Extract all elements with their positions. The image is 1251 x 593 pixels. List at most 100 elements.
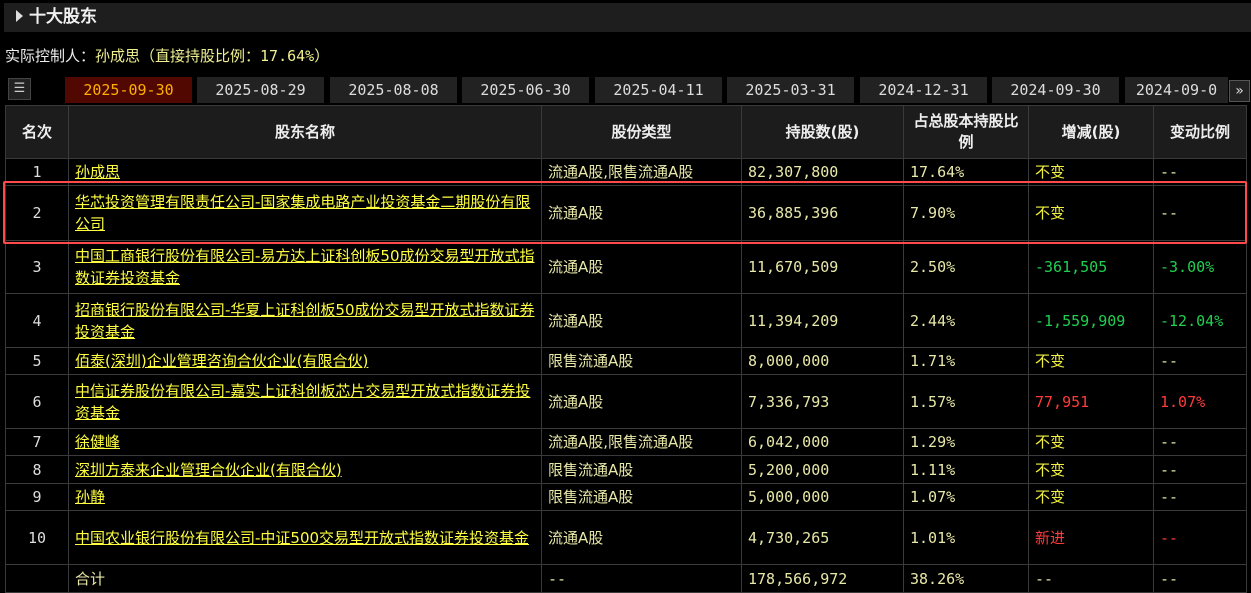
change-shares: -- <box>1028 564 1154 593</box>
shareholder-name-cell: 佰泰(深圳)企业管理咨询合伙企业(有限合伙) <box>68 347 542 375</box>
holding-percent: 2.50% <box>903 240 1029 294</box>
shareholder-name-cell: 徐健峰 <box>68 428 542 456</box>
tab-date[interactable]: 2025-03-31 <box>727 77 854 103</box>
rank: 4 <box>5 293 69 348</box>
share-type: 流通A股 <box>541 510 742 565</box>
total-row: 合计 -- 178,566,972 38.26% -- -- <box>5 564 1247 593</box>
shares-held: 11,394,209 <box>741 293 904 348</box>
column-header[interactable]: 占总股本持股比例 <box>903 105 1029 159</box>
holding-percent: 17.64% <box>903 158 1029 186</box>
expand-triangle-icon <box>16 10 23 22</box>
section-header[interactable]: 十大股东 <box>4 3 1251 32</box>
holding-percent: 1.01% <box>903 510 1029 565</box>
actual-controller: 实际控制人：孙成思（直接持股比例：17.64%） <box>5 45 329 66</box>
change-shares: 不变 <box>1028 428 1154 456</box>
change-ratio: -- <box>1153 483 1247 511</box>
shareholder-name-cell: 孙静 <box>68 483 542 511</box>
tab-date[interactable]: 2025-08-29 <box>197 77 324 103</box>
change-ratio: -- <box>1153 158 1247 186</box>
change-ratio: -3.00% <box>1153 240 1247 294</box>
change-shares: 不变 <box>1028 185 1154 241</box>
list-menu-icon[interactable]: ☰ <box>8 78 31 100</box>
tab-date[interactable]: 2025-08-08 <box>330 77 457 103</box>
tab-date[interactable]: 2025-06-30 <box>462 77 589 103</box>
shareholder-name-cell: 中信证券股份有限公司-嘉实上证科创板芯片交易型开放式指数证券投资基金 <box>68 374 542 429</box>
rank: 10 <box>5 510 69 565</box>
shareholders-table: 名次 股东名称 股份类型 持股数(股) 占总股本持股比例 增减(股) 变动比例 1 孙成思 … <box>5 105 1247 593</box>
shareholder-name-cell: 中国农业银行股份有限公司-中证500交易型开放式指数证券投资基金 <box>68 510 542 565</box>
share-type: 流通A股,限售流通A股 <box>541 428 742 456</box>
column-header[interactable]: 增减(股) <box>1028 105 1154 159</box>
share-type: 流通A股 <box>541 185 742 241</box>
column-header[interactable]: 持股数(股) <box>741 105 904 159</box>
share-type: 流通A股 <box>541 374 742 429</box>
shareholder-link[interactable]: 徐健峰 <box>75 433 120 451</box>
shareholder-link[interactable]: 佰泰(深圳)企业管理咨询合伙企业(有限合伙) <box>75 352 368 370</box>
tab-date[interactable]: 2024-09-0 <box>1125 77 1228 103</box>
shareholder-name-cell: 孙成思 <box>68 158 542 186</box>
rank: 8 <box>5 455 69 484</box>
change-shares: -1,559,909 <box>1028 293 1154 348</box>
change-ratio: -- <box>1153 347 1247 375</box>
share-type: 流通A股 <box>541 293 742 348</box>
rank: 6 <box>5 374 69 429</box>
shareholder-link[interactable]: 孙静 <box>75 488 105 506</box>
holding-percent: 1.07% <box>903 483 1029 511</box>
shareholder-link[interactable]: 孙成思 <box>75 163 120 181</box>
share-type: 限售流通A股 <box>541 455 742 484</box>
share-type: -- <box>541 564 742 593</box>
table-row: 4 招商银行股份有限公司-华夏上证科创板50成份交易型开放式指数证券投资基金 流… <box>5 293 1247 348</box>
rank <box>5 564 69 593</box>
column-header[interactable]: 名次 <box>5 105 69 159</box>
change-shares: 不变 <box>1028 347 1154 375</box>
rank: 1 <box>5 158 69 186</box>
tab-date[interactable]: 2025-09-30 <box>65 77 192 103</box>
holding-percent: 38.26% <box>903 564 1029 593</box>
change-shares: 不变 <box>1028 455 1154 484</box>
holding-percent: 7.90% <box>903 185 1029 241</box>
total-label: 合计 <box>68 564 542 593</box>
table-row: 1 孙成思 流通A股,限售流通A股 82,307,800 17.64% 不变 -… <box>5 158 1247 186</box>
shares-held: 178,566,972 <box>741 564 904 593</box>
table-row: 5 佰泰(深圳)企业管理咨询合伙企业(有限合伙) 限售流通A股 8,000,00… <box>5 347 1247 375</box>
shareholder-name-cell: 中国工商银行股份有限公司-易方达上证科创板50成份交易型开放式指数证券投资基金 <box>68 240 542 294</box>
shareholder-link[interactable]: 中信证券股份有限公司-嘉实上证科创板芯片交易型开放式指数证券投资基金 <box>75 382 530 422</box>
change-shares: -361,505 <box>1028 240 1154 294</box>
shareholder-name-cell: 招商银行股份有限公司-华夏上证科创板50成份交易型开放式指数证券投资基金 <box>68 293 542 348</box>
table-row: 7 徐健峰 流通A股,限售流通A股 6,042,000 1.29% 不变 -- <box>5 428 1247 456</box>
tab-date[interactable]: 2025-04-11 <box>595 77 722 103</box>
shares-held: 8,000,000 <box>741 347 904 375</box>
change-shares: 不变 <box>1028 483 1154 511</box>
change-ratio: -- <box>1153 564 1247 593</box>
change-shares: 77,951 <box>1028 374 1154 429</box>
shareholder-link[interactable]: 中国工商银行股份有限公司-易方达上证科创板50成份交易型开放式指数证券投资基金 <box>75 247 535 287</box>
column-header[interactable]: 变动比例 <box>1153 105 1247 159</box>
change-ratio: -- <box>1153 510 1247 565</box>
shareholder-name-cell: 深圳方泰来企业管理合伙企业(有限合伙) <box>68 455 542 484</box>
rank: 7 <box>5 428 69 456</box>
table-row: 6 中信证券股份有限公司-嘉实上证科创板芯片交易型开放式指数证券投资基金 流通A… <box>5 374 1247 429</box>
shareholder-link[interactable]: 深圳方泰来企业管理合伙企业(有限合伙) <box>75 461 342 479</box>
shareholder-name-cell: 华芯投资管理有限责任公司-国家集成电路产业投资基金二期股份有限公司 <box>68 185 542 241</box>
share-type: 流通A股 <box>541 240 742 294</box>
tab-date[interactable]: 2024-12-31 <box>860 77 987 103</box>
more-tabs-button[interactable]: » <box>1229 80 1250 102</box>
column-header[interactable]: 股东名称 <box>68 105 542 159</box>
controller-label: 实际控制人： <box>5 47 96 65</box>
section-title: 十大股东 <box>29 7 97 27</box>
table-row: 10 中国农业银行股份有限公司-中证500交易型开放式指数证券投资基金 流通A股… <box>5 510 1247 565</box>
column-header[interactable]: 股份类型 <box>541 105 742 159</box>
tab-date[interactable]: 2024-09-30 <box>992 77 1119 103</box>
rank: 2 <box>5 185 69 241</box>
shareholder-link[interactable]: 华芯投资管理有限责任公司-国家集成电路产业投资基金二期股份有限公司 <box>75 193 530 233</box>
shareholder-link[interactable]: 中国农业银行股份有限公司-中证500交易型开放式指数证券投资基金 <box>75 529 529 547</box>
shares-held: 4,730,265 <box>741 510 904 565</box>
shares-held: 5,200,000 <box>741 455 904 484</box>
change-ratio: 1.07% <box>1153 374 1247 429</box>
shareholder-link[interactable]: 招商银行股份有限公司-华夏上证科创板50成份交易型开放式指数证券投资基金 <box>75 301 535 341</box>
holding-percent: 1.57% <box>903 374 1029 429</box>
change-ratio: -- <box>1153 185 1247 241</box>
shares-held: 6,042,000 <box>741 428 904 456</box>
holding-percent: 1.29% <box>903 428 1029 456</box>
table-row: 8 深圳方泰来企业管理合伙企业(有限合伙) 限售流通A股 5,200,000 1… <box>5 455 1247 484</box>
